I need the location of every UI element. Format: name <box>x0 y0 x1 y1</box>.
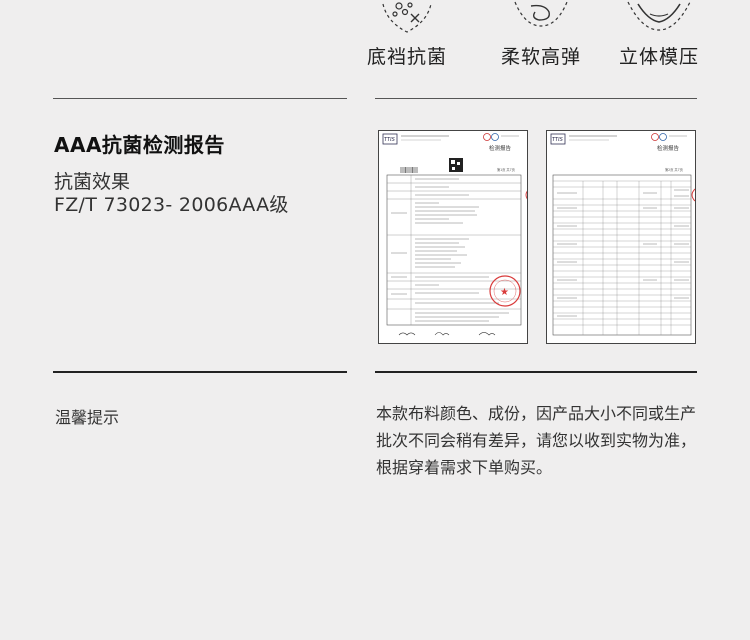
feature-soft-elastic: 柔软高弹 <box>486 0 596 68</box>
report-page-number: 第1页 共7页 <box>497 167 515 172</box>
report-logo: TTIS <box>384 137 396 143</box>
test-report-page-1: TTIS 检测报告 第1页 共7页 ★ <box>378 130 528 344</box>
notice-label: 温馨提示 <box>55 408 120 427</box>
report-heading: 检测报告 <box>489 144 512 152</box>
3d-molding-icon <box>627 1 691 31</box>
soft-elastic-icon <box>514 1 568 27</box>
standard-label: FZ/T 73023- 2006AAA级 <box>54 194 289 216</box>
report-heading: 检测报告 <box>657 144 680 152</box>
test-report-page-2: TTIS 检测报告 第2页 共7页 <box>546 130 696 344</box>
feature-label: 立体模压 <box>618 46 699 68</box>
report-page-number: 第2页 共7页 <box>665 167 683 172</box>
feature-3d-molding: 立体模压 <box>604 0 714 68</box>
notice-text: 本款布料颜色、成份，因产品大小不同或生产批次不同会稍有差异，请您以收到实物为准，… <box>376 404 697 477</box>
certification-title: AAA抗菌检测报告 <box>54 133 225 157</box>
feature-label: 柔软高弹 <box>500 46 581 68</box>
divider <box>53 371 347 373</box>
divider <box>375 98 697 99</box>
svg-text:★: ★ <box>500 287 509 298</box>
divider <box>375 371 697 373</box>
feature-antibacterial: 底裆抗菌 <box>352 0 462 68</box>
feature-label: 底裆抗菌 <box>366 46 447 68</box>
divider <box>53 98 347 99</box>
report-logo: TTIS <box>552 137 564 143</box>
antibacterial-icon <box>382 2 432 33</box>
